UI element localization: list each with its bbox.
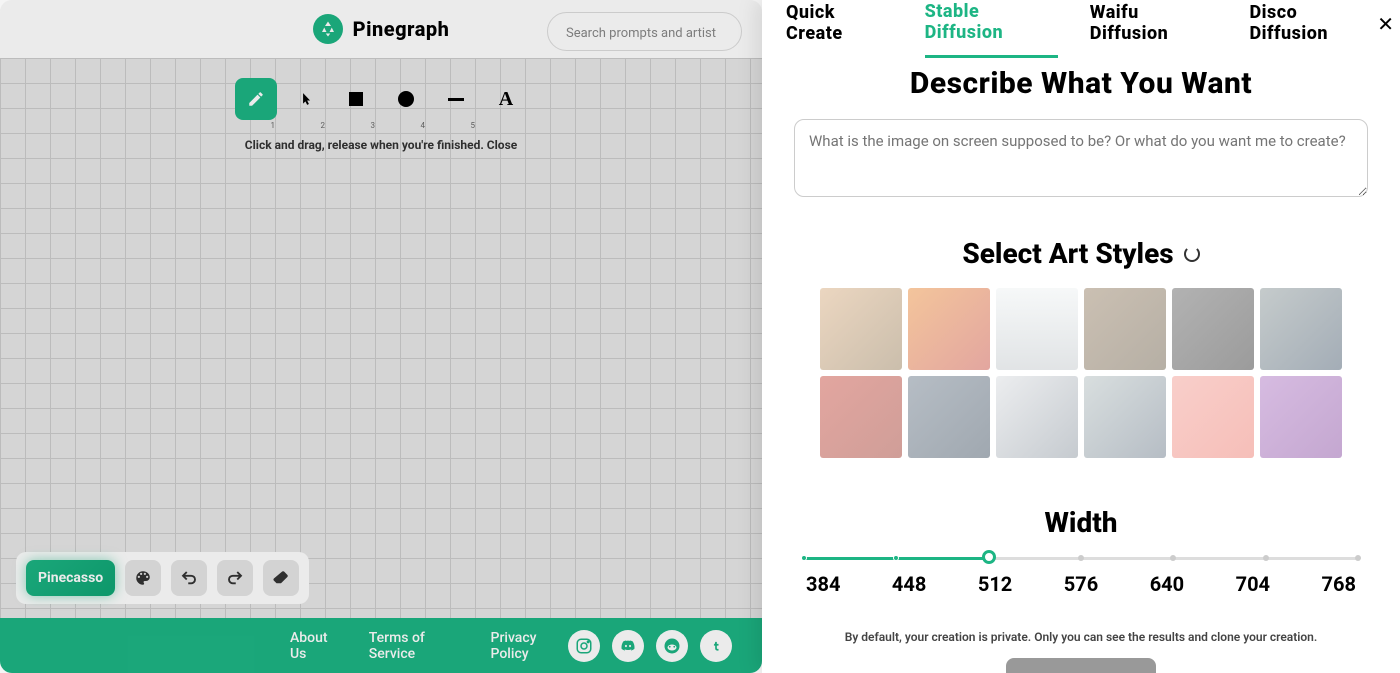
style-tile[interactable] bbox=[996, 288, 1078, 370]
width-slider[interactable]: 384 448 512 576 640 704 768 bbox=[794, 557, 1368, 596]
undo-button[interactable] bbox=[171, 560, 207, 596]
slider-label: 768 bbox=[1322, 572, 1356, 596]
slider-label: 576 bbox=[1064, 572, 1098, 596]
canvas-hint: Click and drag, release when you're fini… bbox=[245, 138, 517, 152]
tab-stable-diffusion[interactable]: Stable Diffusion bbox=[925, 0, 1058, 58]
close-icon[interactable]: ✕ bbox=[1377, 12, 1394, 36]
style-tile[interactable] bbox=[1172, 376, 1254, 458]
slider-tick[interactable] bbox=[1170, 555, 1176, 561]
app-header: Pinegraph Search prompts and artist bbox=[0, 0, 762, 58]
logo-icon bbox=[313, 14, 343, 44]
palette-button[interactable] bbox=[125, 560, 161, 596]
styles-title: Select Art Styles bbox=[794, 237, 1368, 270]
reddit-icon[interactable] bbox=[656, 630, 688, 662]
tab-waifu-diffusion[interactable]: Waifu Diffusion bbox=[1090, 0, 1218, 56]
refresh-icon[interactable] bbox=[1184, 246, 1200, 262]
describe-title: Describe What You Want bbox=[794, 66, 1368, 101]
square-tool[interactable]: 3 bbox=[335, 78, 377, 120]
slider-label: 448 bbox=[892, 572, 926, 596]
generation-panel: Quick Create Stable Diffusion Waifu Diff… bbox=[762, 0, 1400, 673]
slider-label: 384 bbox=[806, 572, 840, 596]
footer-privacy[interactable]: Privacy Policy bbox=[491, 630, 568, 662]
pinecasso-button[interactable]: Pinecasso bbox=[26, 560, 115, 596]
main-canvas-area: Pinegraph Search prompts and artist 1 2 … bbox=[0, 0, 762, 673]
drawing-toolbar: 1 2 3 4 5 A bbox=[235, 78, 527, 120]
eraser-icon bbox=[272, 569, 290, 587]
model-tabs: Quick Create Stable Diffusion Waifu Diff… bbox=[762, 0, 1400, 46]
redo-button[interactable] bbox=[217, 560, 253, 596]
text-icon: A bbox=[499, 88, 513, 111]
instagram-icon[interactable] bbox=[568, 630, 600, 662]
width-title: Width bbox=[794, 506, 1368, 539]
app-footer: About Us Terms of Service Privacy Policy bbox=[0, 618, 762, 673]
brand-name: Pinegraph bbox=[353, 17, 450, 41]
canvas[interactable]: 1 2 3 4 5 A Click and drag, release wh bbox=[0, 58, 762, 618]
slider-label: 704 bbox=[1236, 572, 1270, 596]
style-tile[interactable] bbox=[820, 288, 902, 370]
slider-tick[interactable] bbox=[801, 555, 807, 561]
bottom-toolbar: Pinecasso bbox=[16, 552, 309, 604]
slider-tick[interactable] bbox=[893, 555, 899, 561]
redo-icon bbox=[226, 569, 244, 587]
square-icon bbox=[349, 92, 363, 106]
cursor-tool[interactable]: 2 bbox=[285, 78, 327, 120]
amplify-button[interactable]: Amplify bbox=[1006, 658, 1157, 673]
style-tile[interactable] bbox=[1084, 288, 1166, 370]
tab-quick-create[interactable]: Quick Create bbox=[786, 0, 893, 56]
footer-about[interactable]: About Us bbox=[290, 630, 341, 662]
slider-handle[interactable] bbox=[982, 550, 996, 564]
circle-tool[interactable]: 4 bbox=[385, 78, 427, 120]
search-input[interactable]: Search prompts and artist bbox=[547, 12, 742, 51]
line-tool[interactable]: 5 bbox=[435, 78, 477, 120]
footer-links: About Us Terms of Service Privacy Policy bbox=[290, 630, 568, 662]
line-icon bbox=[448, 98, 464, 101]
style-tile[interactable] bbox=[1172, 288, 1254, 370]
slider-tick[interactable] bbox=[1263, 555, 1269, 561]
tab-disco-diffusion[interactable]: Disco Diffusion bbox=[1249, 0, 1376, 56]
eraser-button[interactable] bbox=[263, 560, 299, 596]
slider-tick[interactable] bbox=[1355, 555, 1361, 561]
text-tool[interactable]: A bbox=[485, 78, 527, 120]
style-tile[interactable] bbox=[908, 288, 990, 370]
slider-label: 640 bbox=[1150, 572, 1184, 596]
prompt-input[interactable] bbox=[794, 119, 1368, 197]
style-tile[interactable] bbox=[1260, 288, 1342, 370]
style-tile[interactable] bbox=[1260, 376, 1342, 458]
pencil-tool[interactable]: 1 bbox=[235, 78, 277, 120]
brand-logo[interactable]: Pinegraph bbox=[313, 14, 450, 44]
style-tile[interactable] bbox=[820, 376, 902, 458]
circle-icon bbox=[398, 91, 414, 107]
privacy-note: By default, your creation is private. On… bbox=[794, 630, 1368, 644]
undo-icon bbox=[180, 569, 198, 587]
palette-icon bbox=[134, 569, 152, 587]
style-tile[interactable] bbox=[908, 376, 990, 458]
slider-tick[interactable] bbox=[1078, 555, 1084, 561]
footer-terms[interactable]: Terms of Service bbox=[369, 630, 463, 662]
discord-icon[interactable] bbox=[612, 630, 644, 662]
style-tile[interactable] bbox=[996, 376, 1078, 458]
panel-scroll[interactable]: Describe What You Want Select Art Styles… bbox=[762, 46, 1400, 673]
style-tile[interactable] bbox=[1084, 376, 1166, 458]
slider-label: 512 bbox=[978, 572, 1012, 596]
tumblr-icon[interactable] bbox=[700, 630, 732, 662]
social-icons bbox=[568, 630, 732, 662]
style-grid bbox=[794, 288, 1368, 458]
